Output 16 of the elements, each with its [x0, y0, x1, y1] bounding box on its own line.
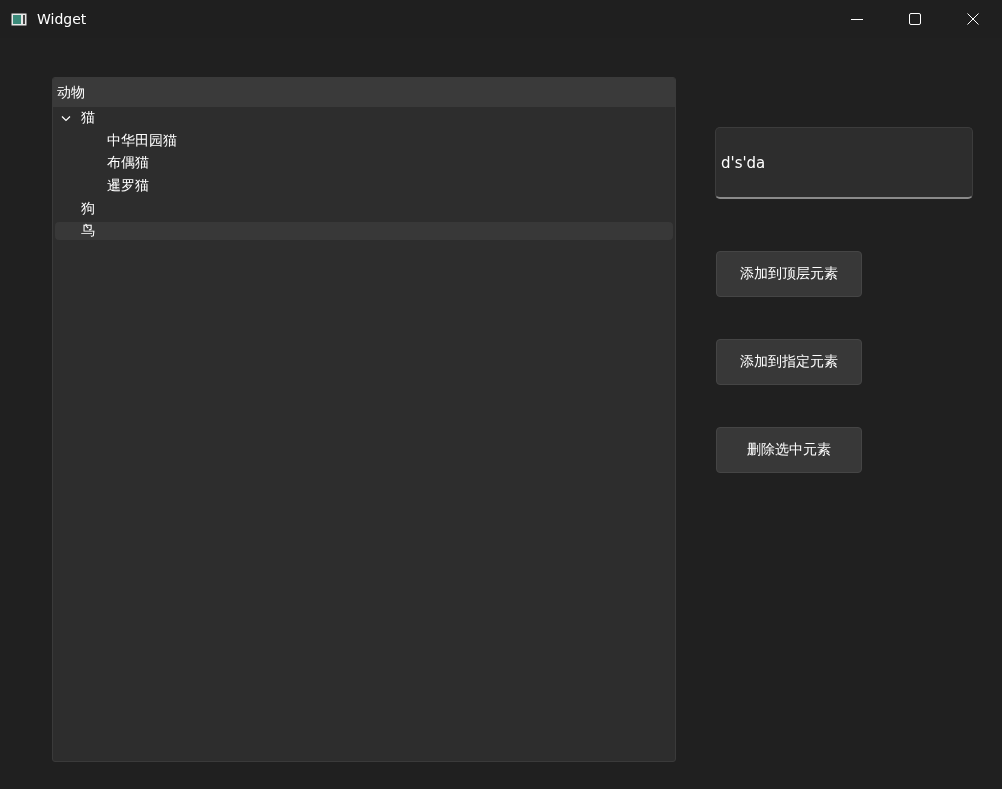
tree-item[interactable]: 暹罗猫 [55, 174, 673, 198]
action-button[interactable]: 添加到顶层元素 [716, 251, 862, 297]
tree-item[interactable]: 猫 [55, 107, 673, 130]
tree-item[interactable]: 鸟 [55, 221, 673, 240]
action-button[interactable]: 添加到指定元素 [716, 339, 862, 385]
chevron-down-icon[interactable] [61, 114, 71, 122]
tree-item[interactable]: 中华田园猫 [55, 129, 673, 153]
close-icon [967, 13, 979, 25]
action-button[interactable]: 删除选中元素 [716, 427, 862, 473]
text-input-field[interactable]: d's'da [715, 127, 973, 199]
tree-item[interactable]: 狗 [55, 197, 673, 220]
column-header[interactable]: 动物 [53, 78, 675, 107]
window-title: Widget [37, 11, 88, 27]
tree-item[interactable]: 布偶猫 [55, 152, 673, 175]
window-app-icon [11, 12, 27, 26]
maximize-icon [909, 13, 921, 25]
